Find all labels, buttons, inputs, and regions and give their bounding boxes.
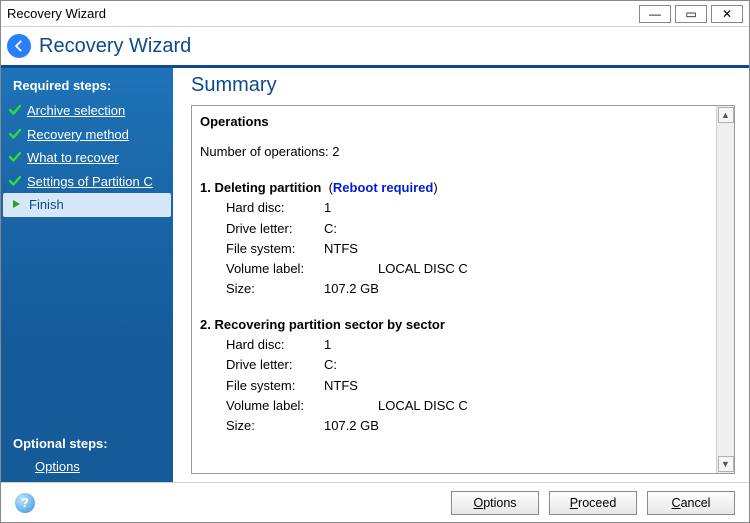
operation-row-value: 107.2 GB <box>324 279 379 299</box>
sidebar-optional-0[interactable]: Options <box>1 457 173 482</box>
required-steps-heading: Required steps: <box>1 74 173 99</box>
recovery-wizard-window: Recovery Wizard — ▭ ✕ Recovery Wizard Re… <box>0 0 750 523</box>
operation-row-value: 107.2 GB <box>324 416 379 436</box>
minimize-button[interactable]: — <box>639 5 671 23</box>
proceed-button[interactable]: Proceed <box>549 491 637 515</box>
wizard-body: Required steps: Archive selection Recover… <box>1 65 749 482</box>
operation-row-value: NTFS <box>324 239 358 259</box>
window-title: Recovery Wizard <box>7 6 106 21</box>
operation-row: Size:107.2 GB <box>200 416 706 436</box>
operation-row-key: Drive letter: <box>226 219 324 239</box>
cancel-button[interactable]: Cancel <box>647 491 735 515</box>
proceed-button-rest: roceed <box>578 496 616 510</box>
sidebar-step-label[interactable]: Recovery method <box>27 126 129 144</box>
operation-row-value: LOCAL DISC C <box>324 396 468 416</box>
operation-row-key: Hard disc: <box>226 198 324 218</box>
scrollbar[interactable]: ▲ ▼ <box>716 106 734 473</box>
options-button-rest: ptions <box>483 496 516 510</box>
operation-row-key: Volume label: <box>226 396 324 416</box>
operation-row-value: NTFS <box>324 376 358 396</box>
operation-row-key: Size: <box>226 279 324 299</box>
operation-row-key: Size: <box>226 416 324 436</box>
main-panel: Summary Operations Number of operations:… <box>173 68 749 482</box>
operation-row-value: 1 <box>324 198 331 218</box>
operation-row: Hard disc:1 <box>200 198 706 218</box>
check-icon <box>9 175 21 187</box>
sidebar-step-4: Finish <box>3 193 171 217</box>
operations-heading: Operations <box>200 112 706 132</box>
back-arrow-icon <box>12 39 26 53</box>
check-icon <box>9 128 21 140</box>
operation-0: 1. Deleting partition (Reboot required)H… <box>200 178 706 313</box>
sidebar-step-0[interactable]: Archive selection <box>1 99 173 123</box>
operation-row: Volume label:LOCAL DISC C <box>200 259 706 279</box>
operation-note: Reboot required <box>333 180 433 195</box>
operation-row-value: C: <box>324 219 337 239</box>
operation-row: Volume label:LOCAL DISC C <box>200 396 706 416</box>
sidebar-optional-label[interactable]: Options <box>35 459 80 474</box>
operation-row-value: 1 <box>324 335 331 355</box>
sidebar: Required steps: Archive selection Recover… <box>1 68 173 482</box>
sidebar-step-label[interactable]: Settings of Partition C <box>27 173 153 191</box>
scroll-down-button[interactable]: ▼ <box>718 456 734 472</box>
page-title: Recovery Wizard <box>39 35 191 58</box>
scroll-up-button[interactable]: ▲ <box>718 107 734 123</box>
operation-row-key: Volume label: <box>226 259 324 279</box>
wizard-header: Recovery Wizard <box>1 27 749 65</box>
operation-row: Size:107.2 GB <box>200 279 706 299</box>
options-button[interactable]: Options <box>451 491 539 515</box>
sidebar-step-2[interactable]: What to recover <box>1 146 173 170</box>
cancel-button-rest: ancel <box>681 496 711 510</box>
sidebar-step-label: Finish <box>29 196 64 214</box>
operation-row-key: File system: <box>226 376 324 396</box>
check-icon <box>9 151 21 163</box>
optional-steps-heading: Optional steps: <box>1 432 173 457</box>
maximize-button[interactable]: ▭ <box>675 5 707 23</box>
operations-count: Number of operations: 2 <box>200 142 706 162</box>
back-button[interactable] <box>7 34 31 58</box>
operation-row: File system:NTFS <box>200 376 706 396</box>
footer: ? Options Proceed Cancel <box>1 482 749 522</box>
operation-row-key: Hard disc: <box>226 335 324 355</box>
operation-row: Drive letter:C: <box>200 219 706 239</box>
check-icon <box>9 104 21 116</box>
operation-1: 2. Recovering partition sector by sector… <box>200 315 706 450</box>
operations-content: Operations Number of operations: 2 1. De… <box>192 106 716 473</box>
operations-frame: Operations Number of operations: 2 1. De… <box>191 105 735 474</box>
operation-row: Drive letter:C: <box>200 355 706 375</box>
summary-title: Summary <box>191 74 735 97</box>
sidebar-step-label[interactable]: Archive selection <box>27 102 125 120</box>
sidebar-step-label[interactable]: What to recover <box>27 149 119 167</box>
operation-row-value: C: <box>324 355 337 375</box>
arrow-right-icon <box>11 198 23 210</box>
sidebar-step-1[interactable]: Recovery method <box>1 123 173 147</box>
operation-title: 1. Deleting partition (Reboot required) <box>200 178 706 198</box>
operation-row-key: File system: <box>226 239 324 259</box>
operation-row-value: LOCAL DISC C <box>324 259 468 279</box>
sidebar-step-3[interactable]: Settings of Partition C <box>1 170 173 194</box>
operation-title: 2. Recovering partition sector by sector <box>200 315 706 335</box>
close-button[interactable]: ✕ <box>711 5 743 23</box>
operation-row-key: Drive letter: <box>226 355 324 375</box>
operation-row: File system:NTFS <box>200 239 706 259</box>
help-icon[interactable]: ? <box>15 493 35 513</box>
operation-row: Hard disc:1 <box>200 335 706 355</box>
titlebar: Recovery Wizard — ▭ ✕ <box>1 1 749 27</box>
